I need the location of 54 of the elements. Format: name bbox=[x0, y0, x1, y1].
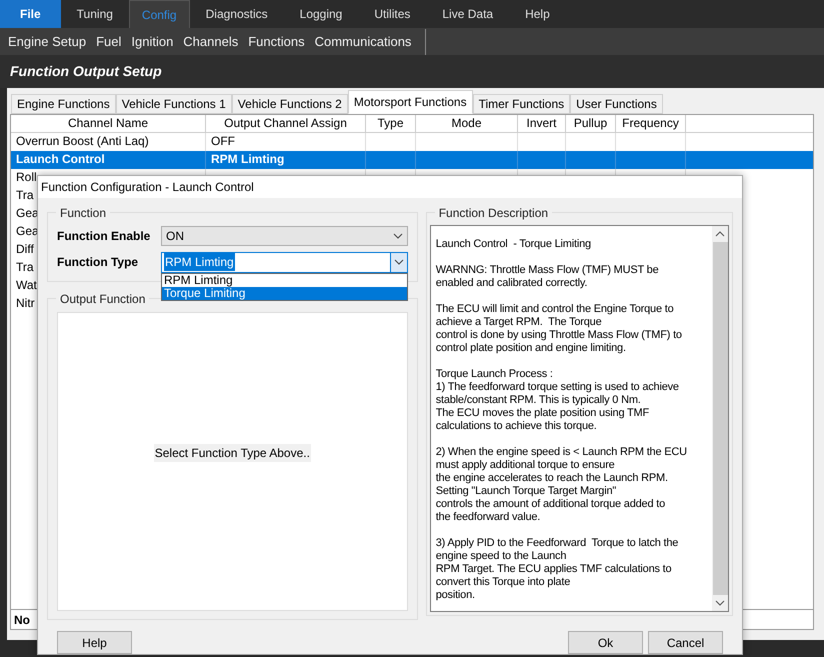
table-row[interactable]: Launch Control RPM Limting bbox=[11, 151, 813, 169]
menu-tab[interactable]: File bbox=[0, 0, 61, 28]
column-header: Pullup bbox=[566, 115, 616, 132]
function-tab[interactable]: Vehicle Functions 2 bbox=[232, 94, 348, 114]
table-footer: No bbox=[14, 610, 30, 628]
toolbar-item[interactable]: Engine Setup bbox=[8, 32, 86, 52]
table-cell: OFF bbox=[211, 134, 235, 148]
menu-tab[interactable]: Tuning bbox=[60, 0, 129, 28]
chevron-down-icon bbox=[394, 259, 404, 265]
toolbar-item[interactable]: Fuel bbox=[96, 32, 122, 52]
field-label: Function Enable bbox=[57, 228, 152, 245]
dropdown-option[interactable]: RPM Limting bbox=[162, 274, 407, 287]
column-header: Mode bbox=[416, 115, 518, 132]
table-cell: RPM Limting bbox=[211, 152, 284, 166]
toolbar-item[interactable]: Ignition bbox=[131, 32, 174, 52]
menu-tab[interactable]: Help bbox=[509, 0, 566, 28]
table-cell: Wat bbox=[16, 278, 37, 292]
output-message: Select Function Type Above.. bbox=[154, 444, 311, 462]
function-tab[interactable]: Vehicle Functions 1 bbox=[116, 94, 232, 114]
menu-tab[interactable]: Live Data bbox=[426, 0, 510, 28]
column-header: Frequency bbox=[616, 115, 686, 132]
table-cell: Diff bbox=[16, 242, 34, 256]
menu-tab[interactable]: Logging bbox=[284, 0, 358, 28]
toolbar-item[interactable]: Communications bbox=[314, 32, 412, 52]
table-cell: Tra bbox=[16, 188, 34, 202]
chevron-down-icon bbox=[392, 233, 403, 239]
toolbar-item[interactable]: Channels bbox=[183, 32, 238, 52]
function-tab[interactable]: Timer Functions bbox=[472, 94, 570, 114]
function-tab[interactable]: Motorsport Functions bbox=[348, 90, 473, 114]
enable-dropdown[interactable]: ON bbox=[161, 226, 408, 246]
field-label: Function Type bbox=[57, 254, 140, 271]
table-cell: Tra bbox=[16, 260, 34, 274]
menu-tab[interactable]: Utilites bbox=[358, 0, 426, 28]
column-header: Type bbox=[366, 115, 416, 132]
dialog-button[interactable]: Help bbox=[57, 631, 132, 654]
dropdown-option[interactable]: Torque Limiting bbox=[162, 287, 407, 300]
table-cell: Nitr bbox=[16, 296, 35, 310]
column-header: Channel Name bbox=[11, 115, 206, 132]
description-text: Launch Control - Torque Limiting WARNNG: Throttle Mass Flow (TMF) MUST be enabled and calibrated correctly. The ECU will limit and control the Engine Torque to achieve a Target RPM. The Torque control is done by using Throttle Mass Flow (TMF) to control plate position and engine limiting. Torque Launch Process : 1) The feedforward torque setting is used to achieve stable/constant RPM. This is typically 0 Nm. The ECU moves the plate position using TMF calculations to achieve this torque. 2) When the engine speed is < Launch RPM the ECU must apply additional torque to ensure the engine accelerates to reach the Launch RPM. Setting "Launch Torque Target Margin" controls the amount of additional torque added to the feedforward value. 3) Apply PID to the Feedforward Torque to latch the engine speed to the Launch RPM Target. The ECU applies TMF calculations to convert this Torque into plate position. bbox=[434, 237, 688, 603]
dialog-button[interactable]: Cancel bbox=[648, 631, 723, 654]
function-tab[interactable]: Engine Functions bbox=[11, 94, 116, 114]
dropdown-button[interactable] bbox=[390, 252, 407, 272]
table-cell: Roll bbox=[16, 170, 37, 184]
dialog-button[interactable]: Ok bbox=[568, 631, 643, 654]
function-tab[interactable]: User Functions bbox=[570, 94, 663, 114]
column-header: Invert bbox=[518, 115, 566, 132]
table-cell: Overrun Boost (Anti Laq) bbox=[16, 134, 149, 148]
table-cell: Launch Control bbox=[16, 152, 105, 166]
dialog-title: Function Configuration - Launch Control bbox=[41, 179, 254, 196]
toolbar-item[interactable]: Functions bbox=[248, 32, 305, 52]
type-dropdown[interactable]: RPM Limting bbox=[161, 252, 408, 272]
column-header: Output Channel Assign bbox=[206, 115, 366, 132]
page-title: Function Output Setup bbox=[10, 62, 162, 81]
menu-tab[interactable]: Diagnostics bbox=[190, 0, 284, 28]
